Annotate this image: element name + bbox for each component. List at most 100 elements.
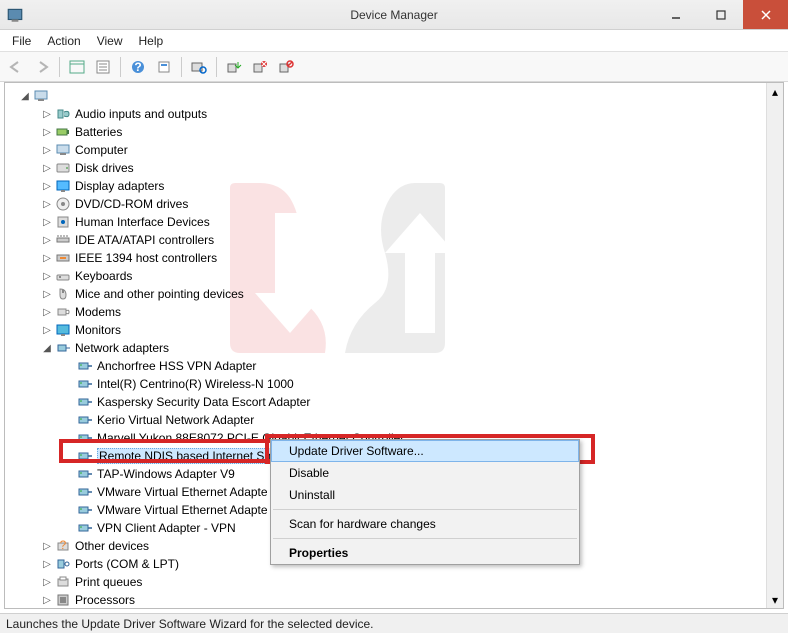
expand-icon[interactable]: ▷ [41,234,53,246]
category-label: Display adapters [75,179,164,193]
category-icon [55,340,71,356]
network-adapter-icon [77,430,93,446]
menu-help[interactable]: Help [131,31,172,51]
ctx-scan[interactable]: Scan for hardware changes [271,513,579,535]
category-icon [55,268,71,284]
update-driver-button[interactable] [222,55,246,79]
category-label: Modems [75,305,121,319]
tree-category[interactable]: ▷ Audio inputs and outputs [5,105,783,123]
tree-category[interactable]: ◢Network adapters [5,339,783,357]
collapse-icon[interactable]: ◢ [19,90,31,102]
tree-category[interactable]: ▷ Human Interface Devices [5,213,783,231]
tree-category[interactable]: ▷IEEE 1394 host controllers [5,249,783,267]
titlebar: Device Manager [0,0,788,30]
tree-category[interactable]: ▷Disk drives [5,159,783,177]
action-button[interactable] [152,55,176,79]
network-adapter-icon [77,376,93,392]
tree-category[interactable]: ▷ IDE ATA/ATAPI controllers [5,231,783,249]
expand-icon[interactable]: ▷ [41,288,53,300]
expand-icon[interactable]: ▷ [41,558,53,570]
tree-device[interactable]: Anchorfree HSS VPN Adapter [5,357,783,375]
maximize-button[interactable] [698,0,743,29]
category-icon [55,592,71,608]
tree-device[interactable]: Kerio Virtual Network Adapter [5,411,783,429]
ctx-separator [273,538,577,539]
scan-button[interactable] [187,55,211,79]
status-bar: Launches the Update Driver Software Wiza… [0,613,788,633]
ctx-update-driver[interactable]: Update Driver Software... [271,440,579,462]
tree-root[interactable]: ◢ [5,87,783,105]
tree-category[interactable]: ▷DVD/CD-ROM drives [5,195,783,213]
expand-icon[interactable]: ▷ [41,540,53,552]
network-adapter-icon [77,358,93,374]
device-label: Kaspersky Security Data Escort Adapter [97,395,310,409]
network-adapter-icon [77,484,93,500]
expand-icon[interactable]: ▷ [41,198,53,210]
tree-category[interactable]: ▷ Modems [5,303,783,321]
tree-category[interactable]: ▷ Display adapters [5,177,783,195]
disable-button[interactable] [274,55,298,79]
category-icon [55,304,71,320]
close-button[interactable] [743,0,788,29]
tree-category[interactable]: ▷ Computer [5,141,783,159]
ctx-separator [273,509,577,510]
category-icon: ? [55,538,71,554]
expand-icon[interactable]: ▷ [41,216,53,228]
toolbar: ? [0,52,788,82]
category-label: Mice and other pointing devices [75,287,244,301]
expand-icon[interactable]: ◢ [41,342,53,354]
tree-category[interactable]: ▷Processors [5,591,783,609]
network-adapter-icon [77,412,93,428]
expand-icon[interactable]: ▷ [41,252,53,264]
expand-icon[interactable]: ▷ [41,306,53,318]
expand-icon[interactable]: ▷ [41,144,53,156]
ctx-properties[interactable]: Properties [271,542,579,564]
device-label: VMware Virtual Ethernet Adapte [97,485,268,499]
tree-device[interactable]: Intel(R) Centrino(R) Wireless-N 1000 [5,375,783,393]
computer-root-icon [33,88,49,104]
ctx-uninstall[interactable]: Uninstall [271,484,579,506]
ctx-disable[interactable]: Disable [271,462,579,484]
tree-category[interactable]: ▷Keyboards [5,267,783,285]
help-button[interactable]: ? [126,55,150,79]
expand-icon[interactable]: ▷ [41,324,53,336]
category-label: Other devices [75,539,149,553]
back-button[interactable] [4,55,28,79]
uninstall-button[interactable] [248,55,272,79]
svg-text:?: ? [134,60,141,74]
tree-category[interactable]: ▷Print queues [5,573,783,591]
forward-button[interactable] [30,55,54,79]
category-label: Computer [75,143,128,157]
expand-icon[interactable]: ▷ [41,270,53,282]
menu-file[interactable]: File [4,31,39,51]
category-icon [55,574,71,590]
app-icon [6,6,24,24]
menu-action[interactable]: Action [39,31,88,51]
category-label: IDE ATA/ATAPI controllers [75,233,214,247]
expand-icon[interactable]: ▷ [41,576,53,588]
network-adapter-icon [77,466,93,482]
category-label: Ports (COM & LPT) [75,557,179,571]
expand-icon[interactable]: ▷ [41,108,53,120]
status-text: Launches the Update Driver Software Wiza… [6,617,374,631]
network-adapter-icon [77,520,93,536]
expand-icon[interactable]: ▷ [41,594,53,606]
tree-category[interactable]: ▷Batteries [5,123,783,141]
show-hidden-button[interactable] [65,55,89,79]
tree-device[interactable]: Kaspersky Security Data Escort Adapter [5,393,783,411]
device-label: VMware Virtual Ethernet Adapte [97,503,268,517]
menu-view[interactable]: View [89,31,131,51]
expand-icon[interactable]: ▷ [41,180,53,192]
category-label: Human Interface Devices [75,215,210,229]
device-label: Remote NDIS based Internet Sh [97,448,273,464]
svg-text:?: ? [60,538,67,552]
category-icon [55,286,71,302]
tree-category[interactable]: ▷ Mice and other pointing devices [5,285,783,303]
properties-button[interactable] [91,55,115,79]
expand-icon[interactable]: ▷ [41,126,53,138]
minimize-button[interactable] [653,0,698,29]
expand-icon[interactable]: ▷ [41,162,53,174]
tree-category[interactable]: ▷Monitors [5,321,783,339]
category-label: Audio inputs and outputs [75,107,207,121]
category-icon [55,214,71,230]
